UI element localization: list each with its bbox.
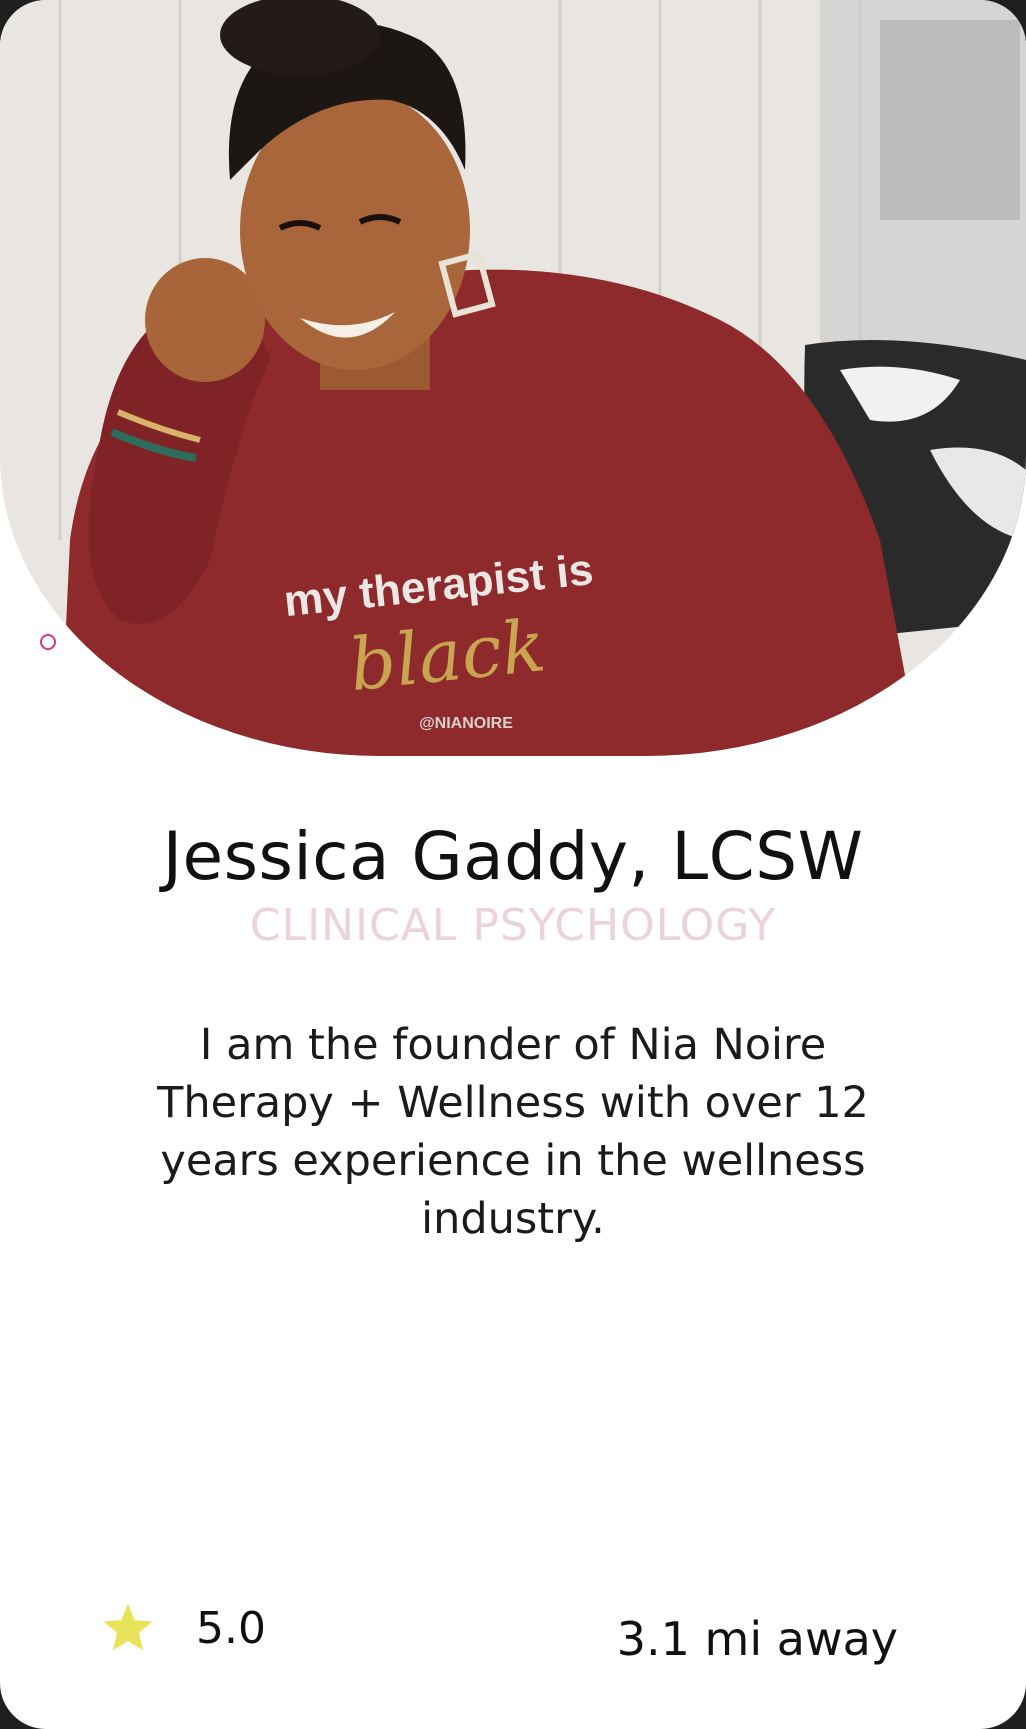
therapist-name: Jessica Gaddy, LCSW [162,818,864,895]
rating-value: 5.0 [196,1602,266,1654]
pager-dot[interactable] [40,634,56,650]
star-icon [103,1603,153,1651]
shirt-brand: @NIANOIRE [419,715,513,732]
distance-label: 3.1 mi away [616,1612,898,1666]
profile-photo: my therapist is black @NIANOIRE [0,0,1026,756]
therapist-card[interactable]: my therapist is black @NIANOIRE Jessica … [0,0,1026,1729]
therapist-specialty: CLINICAL PSYCHOLOGY [249,900,777,951]
rating: 5.0 [100,1600,266,1656]
therapist-bio: I am the founder of Nia Noire Therapy + … [157,1020,869,1244]
